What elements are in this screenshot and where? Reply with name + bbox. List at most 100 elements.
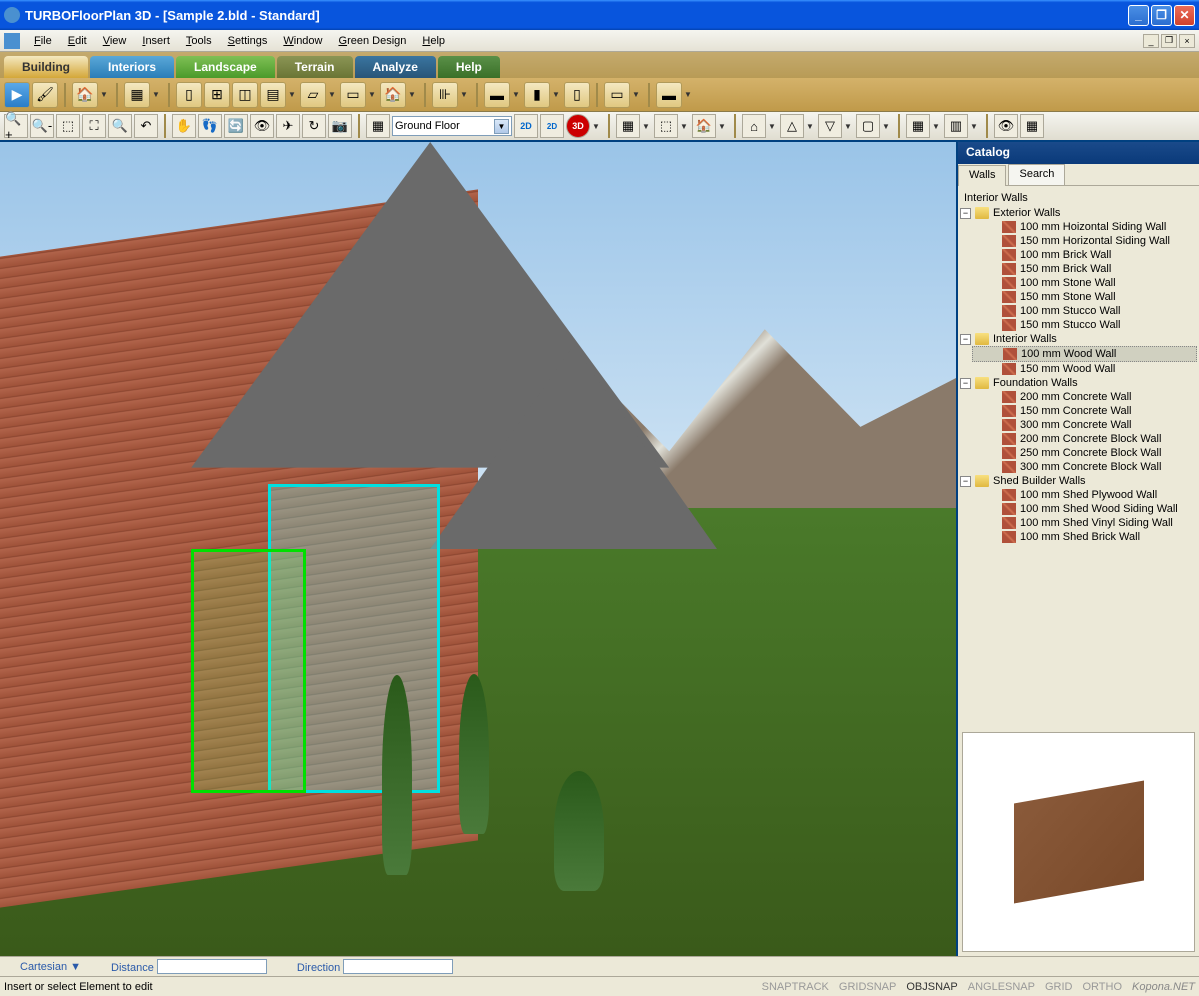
pillar-tool-button[interactable]: ▯	[564, 82, 590, 108]
nav-home-button[interactable]: ⌂	[742, 114, 766, 138]
pan-button[interactable]: ✋	[172, 114, 196, 138]
menu-tools[interactable]: Tools	[178, 33, 220, 49]
wall-item[interactable]: 100 mm Brick Wall	[972, 248, 1197, 262]
nav-roof-button[interactable]: △	[780, 114, 804, 138]
menu-edit[interactable]: Edit	[60, 33, 95, 49]
wall-item[interactable]: 100 mm Wood Wall	[972, 346, 1197, 362]
close-button[interactable]: ✕	[1174, 5, 1195, 26]
post-tool-button[interactable]: ▮	[524, 82, 550, 108]
house-view-button[interactable]: 🏠	[692, 114, 716, 138]
zoom-previous-button[interactable]: ↶	[134, 114, 158, 138]
floor-tool-button[interactable]: ▱	[300, 82, 326, 108]
walk-button[interactable]: 👣	[198, 114, 222, 138]
beam-tool-button[interactable]: ▭	[604, 82, 630, 108]
direction-input[interactable]	[343, 959, 453, 974]
orbit-button[interactable]: 🔄	[224, 114, 248, 138]
roof-tool-button[interactable]: 🏠	[380, 82, 406, 108]
wall-item[interactable]: 100 mm Stone Wall	[972, 276, 1197, 290]
mdi-minimize-button[interactable]: _	[1143, 34, 1159, 48]
snap-grid[interactable]: GRID	[1045, 981, 1073, 993]
view-2d-button[interactable]: 2D	[514, 114, 538, 138]
folder-shed-builder-walls[interactable]: −Shed Builder Walls	[960, 474, 1197, 488]
wall-item[interactable]: 100 mm Hoizontal Siding Wall	[972, 220, 1197, 234]
select-tool-button[interactable]: ▶	[4, 82, 30, 108]
wall-item[interactable]: 300 mm Concrete Block Wall	[972, 460, 1197, 474]
wall-item[interactable]: 150 mm Stone Wall	[972, 290, 1197, 304]
wall-item[interactable]: 200 mm Concrete Wall	[972, 390, 1197, 404]
elements-button[interactable]: ⬚	[654, 114, 678, 138]
wall-item[interactable]: 300 mm Concrete Wall	[972, 418, 1197, 432]
render-hidden-button[interactable]: ▥	[944, 114, 968, 138]
wall-item[interactable]: 150 mm Wood Wall	[972, 362, 1197, 376]
zoom-fit-button[interactable]: ⛶	[82, 114, 106, 138]
wall-item[interactable]: 250 mm Concrete Block Wall	[972, 446, 1197, 460]
house-wizard-button[interactable]: 🏠	[72, 82, 98, 108]
wall-item[interactable]: 100 mm Shed Wood Siding Wall	[972, 502, 1197, 516]
wall-item[interactable]: 150 mm Stucco Wall	[972, 318, 1197, 332]
fly-button[interactable]: ✈	[276, 114, 300, 138]
menu-insert[interactable]: Insert	[134, 33, 178, 49]
maximize-button[interactable]: ❐	[1151, 5, 1172, 26]
floor-selector[interactable]: Ground Floor ▼	[392, 116, 512, 136]
menu-file[interactable]: File	[26, 33, 60, 49]
render-final-button[interactable]: ▦	[1020, 114, 1044, 138]
door-tool-button[interactable]: ▯	[176, 82, 202, 108]
stairs-tool-button[interactable]: ▤	[260, 82, 286, 108]
menu-green-design[interactable]: Green Design	[331, 33, 415, 49]
coord-mode[interactable]: Cartesian ▼	[20, 961, 81, 973]
tab-walls[interactable]: Walls	[958, 165, 1006, 186]
wall-item[interactable]: 100 mm Shed Plywood Wall	[972, 488, 1197, 502]
zoom-window-button[interactable]: ⬚	[56, 114, 80, 138]
look-button[interactable]: 👁	[250, 114, 274, 138]
reset-button[interactable]: ↻	[302, 114, 326, 138]
wall-item[interactable]: 150 mm Concrete Wall	[972, 404, 1197, 418]
wall-item[interactable]: 100 mm Shed Vinyl Siding Wall	[972, 516, 1197, 530]
snap-ortho[interactable]: ORTHO	[1082, 981, 1122, 993]
wall-tool-button[interactable]: ▦	[124, 82, 150, 108]
column-tool-button[interactable]: ▬	[484, 82, 510, 108]
wall-item[interactable]: 150 mm Brick Wall	[972, 262, 1197, 276]
wall-item[interactable]: 200 mm Concrete Block Wall	[972, 432, 1197, 446]
tab-analyze[interactable]: Analyze	[355, 56, 436, 78]
ceiling-tool-button[interactable]: ▭	[340, 82, 366, 108]
floor-icon[interactable]: ▦	[366, 114, 390, 138]
view-3d-button[interactable]: 3D	[566, 114, 590, 138]
tab-terrain[interactable]: Terrain	[277, 56, 353, 78]
paint-tool-button[interactable]: 🖌	[32, 82, 58, 108]
render-wire-button[interactable]: ▦	[906, 114, 930, 138]
snap-anglesnap[interactable]: ANGLESNAP	[968, 981, 1035, 993]
trim-tool-button[interactable]: ▬	[656, 82, 682, 108]
snap-objsnap[interactable]: OBJSNAP	[906, 981, 957, 993]
tab-search[interactable]: Search	[1008, 164, 1065, 185]
camera-button[interactable]: 📷	[328, 114, 352, 138]
snap-gridsnap[interactable]: GRIDSNAP	[839, 981, 896, 993]
wall-item[interactable]: 150 mm Horizontal Siding Wall	[972, 234, 1197, 248]
opening-tool-button[interactable]: ◫	[232, 82, 258, 108]
menu-help[interactable]: Help	[414, 33, 453, 49]
tab-help[interactable]: Help	[438, 56, 500, 78]
railing-tool-button[interactable]: ⊪	[432, 82, 458, 108]
render-preview-button[interactable]: 👁	[994, 114, 1018, 138]
wall-item[interactable]: 100 mm Stucco Wall	[972, 304, 1197, 318]
chevron-down-icon[interactable]: ▼	[494, 119, 509, 134]
layers-button[interactable]: ▦	[616, 114, 640, 138]
tab-landscape[interactable]: Landscape	[176, 56, 275, 78]
tab-interiors[interactable]: Interiors	[90, 56, 174, 78]
minimize-button[interactable]: _	[1128, 5, 1149, 26]
wall-item[interactable]: 100 mm Shed Brick Wall	[972, 530, 1197, 544]
window-tool-button[interactable]: ⊞	[204, 82, 230, 108]
zoom-out-button[interactable]: 🔍-	[30, 114, 54, 138]
viewport-3d[interactable]	[0, 142, 956, 956]
menu-window[interactable]: Window	[275, 33, 330, 49]
folder-interior-walls[interactable]: −Interior Walls	[960, 332, 1197, 346]
snap-snaptrack[interactable]: SNAPTRACK	[762, 981, 829, 993]
menu-view[interactable]: View	[95, 33, 135, 49]
folder-exterior-walls[interactable]: −Exterior Walls	[960, 206, 1197, 220]
zoom-in-button[interactable]: 🔍+	[4, 114, 28, 138]
nav-floor-button[interactable]: ▢	[856, 114, 880, 138]
nav-side-button[interactable]: ▽	[818, 114, 842, 138]
mdi-restore-button[interactable]: ❐	[1161, 34, 1177, 48]
view-2d3d-button[interactable]: 2D	[540, 114, 564, 138]
distance-input[interactable]	[157, 959, 267, 974]
menu-settings[interactable]: Settings	[220, 33, 276, 49]
